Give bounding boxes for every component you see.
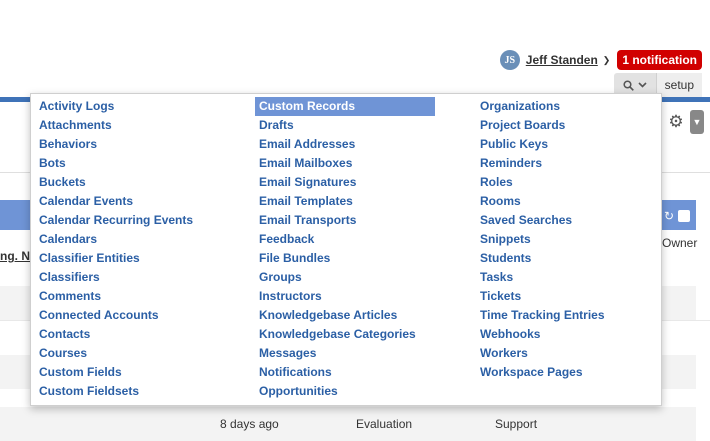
menu-item[interactable]: File Bundles: [255, 249, 435, 268]
menu-item[interactable]: Email Mailboxes: [255, 154, 435, 173]
menu-item[interactable]: Notifications: [255, 363, 435, 382]
menu-item[interactable]: Calendar Recurring Events: [35, 211, 215, 230]
menu-item[interactable]: Connected Accounts: [35, 306, 215, 325]
menu-item[interactable]: Instructors: [255, 287, 435, 306]
menu-item[interactable]: Buckets: [35, 173, 215, 192]
menu-item[interactable]: Knowledgebase Categories: [255, 325, 435, 344]
select-all-checkbox[interactable]: [678, 210, 690, 222]
menu-item[interactable]: Classifier Entities: [35, 249, 215, 268]
menu-column-1: Activity Logs Attachments Behaviors Bots Buc…: [35, 97, 215, 401]
menu-item[interactable]: Calendars: [35, 230, 215, 249]
menu-item[interactable]: Organizations: [476, 97, 656, 116]
table-row: [0, 407, 696, 441]
menu-item[interactable]: Roles: [476, 173, 656, 192]
user-bar: JS Jeff Standen ❯ 1 notification: [499, 49, 702, 71]
menu-item[interactable]: Attachments: [35, 116, 215, 135]
menu-item[interactable]: Opportunities: [255, 382, 435, 401]
setup-link[interactable]: setup: [655, 73, 702, 97]
menu-item[interactable]: Email Transports: [255, 211, 435, 230]
user-name-link[interactable]: Jeff Standen: [526, 53, 598, 67]
refresh-icon[interactable]: ↻: [664, 209, 674, 223]
menu-item[interactable]: Email Signatures: [255, 173, 435, 192]
menu-item[interactable]: Students: [476, 249, 656, 268]
menu-item[interactable]: Activity Logs: [35, 97, 215, 116]
menu-item[interactable]: Rooms: [476, 192, 656, 211]
menu-item[interactable]: Tasks: [476, 268, 656, 287]
menu-item[interactable]: Public Keys: [476, 135, 656, 154]
menu-item[interactable]: Drafts: [255, 116, 435, 135]
chevron-down-icon: [638, 82, 647, 88]
menu-item[interactable]: Behaviors: [35, 135, 215, 154]
page-actions: ⚙ ▼: [665, 110, 704, 134]
menu-item[interactable]: Tickets: [476, 287, 656, 306]
menu-item[interactable]: Time Tracking Entries: [476, 306, 656, 325]
updated-cell: 8 days ago: [220, 417, 279, 431]
menu-item[interactable]: Custom Records: [255, 97, 435, 116]
avatar[interactable]: JS: [499, 50, 520, 70]
search-icon: [623, 79, 634, 91]
menu-item[interactable]: Snippets: [476, 230, 656, 249]
notifications-badge[interactable]: 1 notification: [617, 50, 702, 70]
menu-item[interactable]: Saved Searches: [476, 211, 656, 230]
menu-item[interactable]: Reminders: [476, 154, 656, 173]
menu-item[interactable]: Custom Fields: [35, 363, 215, 382]
menu-item[interactable]: Calendar Events: [35, 192, 215, 211]
menu-item[interactable]: Workers: [476, 344, 656, 363]
chevron-down-icon[interactable]: ▼: [690, 110, 704, 134]
menu-item[interactable]: Email Templates: [255, 192, 435, 211]
menu-item[interactable]: Knowledgebase Articles: [255, 306, 435, 325]
menu-item[interactable]: Project Boards: [476, 116, 656, 135]
menu-item[interactable]: Workspace Pages: [476, 363, 656, 382]
column-header-owner[interactable]: Owner: [662, 236, 697, 250]
gear-icon[interactable]: ⚙: [665, 110, 687, 134]
menu-item[interactable]: Courses: [35, 344, 215, 363]
menu-item[interactable]: Custom Fieldsets: [35, 382, 215, 401]
menu-item[interactable]: Messages: [255, 344, 435, 363]
menu-item[interactable]: Webhooks: [476, 325, 656, 344]
chevron-down-icon[interactable]: ❯: [603, 55, 611, 66]
status-cell: Evaluation: [356, 417, 413, 431]
menu-item[interactable]: Feedback: [255, 230, 435, 249]
menu-item[interactable]: Groups: [255, 268, 435, 287]
column-header[interactable]: ng. N: [0, 249, 30, 263]
menu-item[interactable]: Comments: [35, 287, 215, 306]
record-type-menu: Activity Logs Attachments Behaviors Bots Buc…: [30, 93, 662, 406]
menu-item[interactable]: Email Addresses: [255, 135, 435, 154]
group-cell: Support: [495, 417, 538, 431]
menu-column-2: Custom Records Drafts Email Addresses Email…: [255, 97, 435, 401]
menu-item[interactable]: Bots: [35, 154, 215, 173]
menu-item[interactable]: Contacts: [35, 325, 215, 344]
menu-column-3: Organizations Project Boards Public Keys Re…: [476, 97, 656, 382]
menu-item[interactable]: Classifiers: [35, 268, 215, 287]
